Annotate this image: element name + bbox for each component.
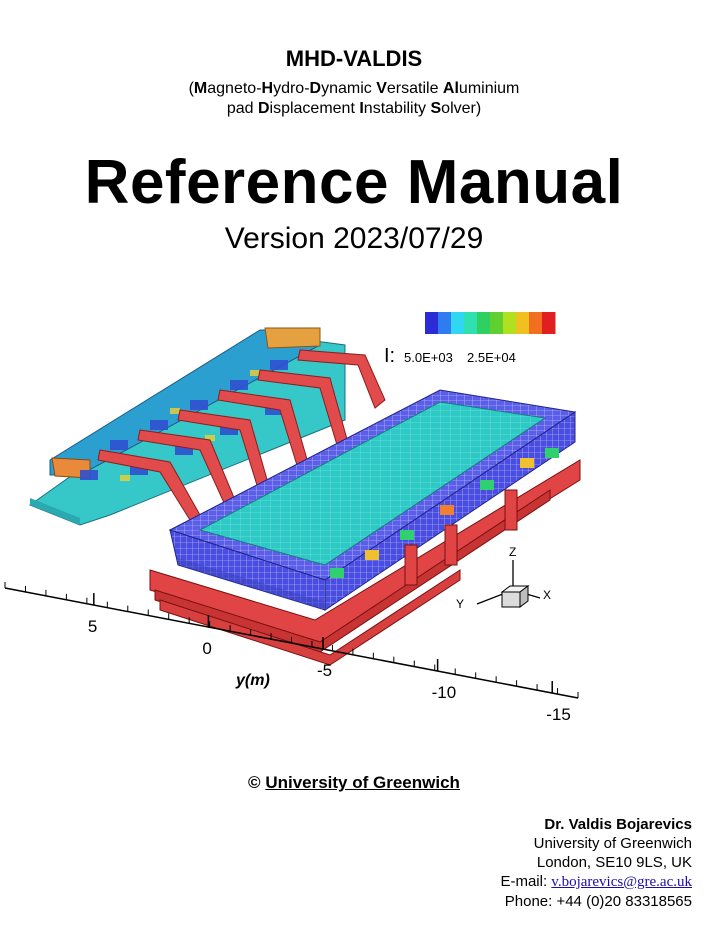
subtitle-segment: olver) [441,100,482,117]
legend-color-swatch [503,312,517,334]
subtitle-line-1: (Magneto-Hydro-Dynamic Versatile Alumini… [0,79,708,99]
copyright-line: © University of Greenwich [0,773,708,793]
legend-min-label: 5.0E+03 [404,350,453,365]
document-title: MHD-VALDIS [285,46,423,71]
axis-tick-label: 0 [202,639,211,658]
legend-color-swatch [490,312,504,334]
subtitle-segment: isplacement [269,100,360,117]
legend-color-swatch [477,312,491,334]
axis-tick-label: 5 [88,617,97,636]
orientation-triad: Z Y X [456,545,551,611]
legend-color-swatch [438,312,452,334]
email-label: E-mail: [500,873,548,890]
version-label: Version 2023/07/29 [224,222,484,255]
manual-title: Reference Manual [84,148,624,217]
contact-block: Dr. Valdis Bojarevics University of Gree… [500,815,692,911]
axis-tick-label: -15 [546,705,571,724]
copyright-organization: University of Greenwich [265,773,460,792]
subtitle-segment: S [430,100,442,117]
author-name: Dr. Valdis Bojarevics [544,816,692,833]
document-subtitle: (Magneto-Hydro-Dynamic Versatile Alumini… [0,79,708,119]
legend-colorbar [425,312,556,334]
author-phone: Phone: +44 (0)20 83318565 [504,893,692,910]
subtitle-segment: uminium [458,80,520,97]
legend-color-swatch [425,312,439,334]
subtitle-line-2: pad Displacement Instability Solver) [0,99,708,119]
axis-tick-label: -5 [317,661,332,680]
subtitle-segment: ydro- [273,80,310,97]
triad-x-label: X [543,588,551,602]
subtitle-segment: H [261,80,274,97]
triad-z-label: Z [509,545,516,559]
copyright-symbol: © [248,773,261,792]
subtitle-segment: D [257,100,270,117]
subtitle-segment: ersatile [386,80,443,97]
subtitle-segment: nstability [363,100,431,117]
y-axis-label: y(m) [235,672,270,689]
legend-variable-label: I: [384,345,395,367]
subtitle-segment: D [309,80,322,97]
cell-model-figure: I: 5.0E+03 2.5E+04 50-5-10-15 y(m) Z Y X [4,312,581,724]
legend-color-swatch [451,312,465,334]
legend-color-swatch [529,312,543,334]
subtitle-segment: agneto- [207,80,262,97]
author-address: London, SE10 9LS, UK [536,854,692,871]
subtitle-segment: M [193,80,208,97]
subtitle-segment: pad [226,100,258,117]
axis-tick-label: -10 [432,683,457,702]
legend-color-swatch [516,312,530,334]
author-email-row: E-mail: v.bojarevics@gre.ac.uk [500,872,692,892]
author-organization: University of Greenwich [533,835,692,852]
subtitle-segment: Al [442,80,459,97]
legend-color-swatch [464,312,478,334]
subtitle-segment: V [376,80,387,97]
triad-y-label: Y [456,597,464,611]
legend-max-label: 2.5E+04 [467,350,516,365]
color-legend: I: 5.0E+03 2.5E+04 [384,312,556,367]
email-link[interactable]: v.bojarevics@gre.ac.uk [551,874,692,890]
subtitle-segment: ynamic [321,80,377,97]
legend-color-swatch [542,312,556,334]
